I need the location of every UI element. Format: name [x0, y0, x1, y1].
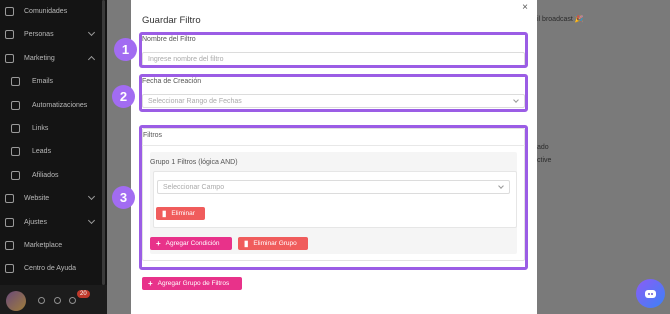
trash-icon: ▮	[244, 238, 249, 248]
assistant-button[interactable]	[636, 279, 665, 308]
save-filter-modal: Guardar Filtro × Nombre del Filtro Ingre…	[131, 0, 537, 314]
filters-label: Filtros	[143, 132, 163, 139]
sidebar-item-label: Centro de Ayuda	[24, 264, 77, 272]
sidebar-item-label: Marketplace	[24, 241, 63, 249]
trash-icon: ▮	[162, 208, 167, 218]
field-select[interactable]: Seleccionar Campo	[157, 180, 510, 194]
add-condition-label: Agregar Condición	[165, 240, 220, 247]
sidebar-item-links[interactable]: Links	[0, 118, 100, 138]
chevron-down-icon	[498, 183, 504, 189]
background-text: ctive	[537, 157, 552, 164]
modal-title: Guardar Filtro	[142, 15, 201, 26]
annotation-number: 3	[112, 186, 135, 209]
date-range-placeholder: Seleccionar Rango de Fechas	[148, 97, 242, 105]
delete-group-button[interactable]: ▮ Eliminar Grupo	[238, 237, 308, 250]
group-title: Grupo 1 Filtros (lógica AND)	[150, 159, 238, 166]
help-icon	[5, 263, 14, 273]
plus-icon: +	[156, 238, 161, 248]
mail-icon	[11, 76, 20, 86]
sidebar-item-afiliados[interactable]: Afiliados	[0, 165, 100, 185]
add-group-label: Agregar Grupo de Filtros	[157, 280, 230, 287]
sidebar-item-label: Ajustes	[24, 218, 47, 226]
field-select-placeholder: Seleccionar Campo	[163, 183, 225, 191]
chevron-down-icon	[513, 97, 519, 103]
annotation-number: 2	[112, 85, 135, 108]
add-filter-group-button[interactable]: + Agregar Grupo de Filtros	[142, 277, 242, 290]
chevron-down-icon	[87, 28, 96, 37]
sidebar: Comunidades Personas Marketing Emails Au…	[0, 0, 107, 314]
creation-date-label: Fecha de Creación	[142, 78, 202, 85]
sidebar-item-automatizaciones[interactable]: Automatizaciones	[0, 95, 100, 115]
delete-condition-button[interactable]: ▮ Eliminar	[156, 207, 205, 220]
chat-icon	[5, 6, 14, 16]
plus-icon: +	[148, 278, 153, 288]
sidebar-item-label: Comunidades	[24, 7, 68, 15]
divider	[142, 145, 525, 146]
sidebar-item-centro-de-ayuda[interactable]: Centro de Ayuda	[0, 258, 100, 278]
sidebar-item-emails[interactable]: Emails	[0, 71, 100, 91]
sidebar-item-marketplace[interactable]: Marketplace	[0, 235, 100, 255]
sidebar-item-label: Afiliados	[32, 171, 59, 179]
robot-icon	[11, 100, 20, 110]
chevron-up-icon	[87, 55, 96, 64]
delete-group-label: Eliminar Grupo	[253, 240, 297, 247]
sidebar-footer: 20	[0, 285, 107, 314]
close-icon[interactable]: ×	[520, 3, 530, 13]
filter-name-input[interactable]: Ingrese nombre del filtro	[142, 52, 525, 66]
chevron-down-icon	[87, 216, 96, 225]
sidebar-item-personas[interactable]: Personas	[0, 24, 100, 44]
link-icon	[11, 123, 20, 133]
sidebar-item-label: Emails	[32, 77, 54, 85]
notification-badge: 20	[77, 290, 90, 298]
delete-label: Eliminar	[171, 210, 195, 217]
annotation-number: 1	[114, 38, 137, 61]
sidebar-item-label: Links	[32, 124, 49, 132]
tag-icon	[11, 170, 20, 180]
sidebar-item-label: Personas	[24, 30, 54, 38]
add-condition-button[interactable]: + Agregar Condición	[150, 237, 232, 250]
background-text: ado	[537, 144, 549, 151]
chevron-down-icon	[87, 192, 96, 201]
store-icon	[5, 240, 14, 250]
sidebar-item-label: Automatizaciones	[32, 101, 88, 109]
sidebar-scrollbar[interactable]	[102, 0, 105, 285]
filter-name-label: Nombre del Filtro	[142, 36, 196, 43]
sidebar-item-label: Marketing	[24, 54, 55, 62]
megaphone-icon	[5, 53, 14, 63]
sidebar-item-label: Leads	[32, 147, 52, 155]
theme-toggle-icon[interactable]	[38, 297, 45, 304]
sidebar-item-leads[interactable]: Leads	[0, 141, 100, 161]
sidebar-item-marketing[interactable]: Marketing	[0, 48, 100, 68]
location-icon[interactable]	[54, 297, 61, 304]
sidebar-item-website[interactable]: Website	[0, 188, 100, 208]
broadcast-text: il broadcast 🎉	[537, 16, 584, 23]
sidebar-item-label: Website	[24, 194, 50, 202]
avatar[interactable]	[6, 291, 26, 311]
list-icon	[11, 146, 20, 156]
date-range-select[interactable]: Seleccionar Rango de Fechas	[142, 94, 525, 108]
gear-icon	[5, 217, 14, 227]
globe-icon	[5, 193, 14, 203]
users-icon	[5, 29, 14, 39]
bell-icon[interactable]	[69, 297, 76, 304]
sidebar-item-ajustes[interactable]: Ajustes	[0, 212, 100, 232]
sidebar-item-comunidades[interactable]: Comunidades	[0, 1, 100, 21]
robot-icon	[645, 289, 656, 298]
